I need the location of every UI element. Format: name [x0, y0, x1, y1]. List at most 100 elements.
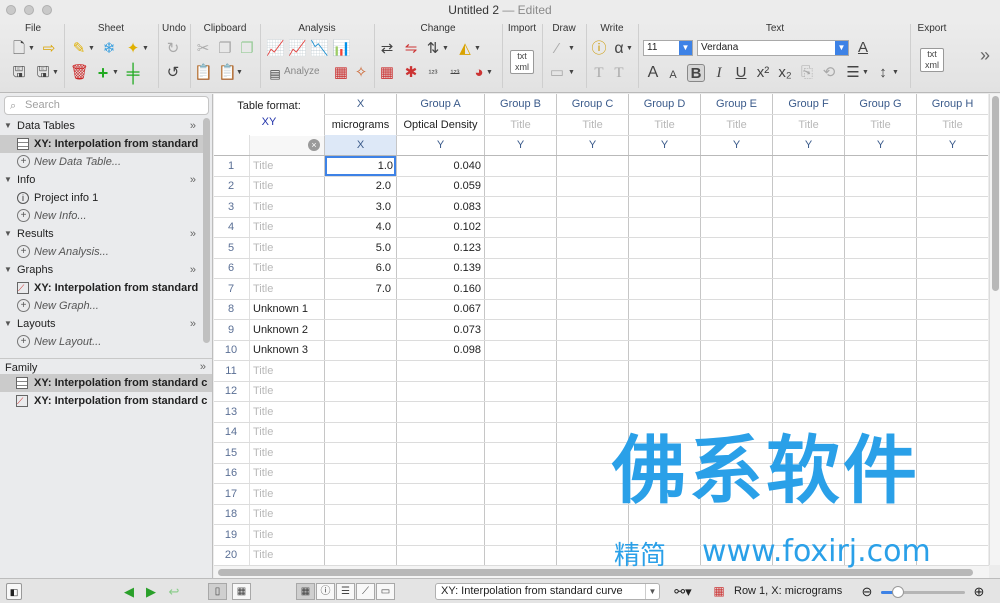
sort-az-icon[interactable]: ⇅: [424, 40, 442, 58]
column-header-group-d[interactable]: Group D: [629, 94, 700, 114]
font-name-select[interactable]: Verdana ▼: [697, 40, 849, 56]
sidebar-new-data-table[interactable]: + New Data Table...: [0, 153, 204, 171]
draw-line-icon[interactable]: ⁄: [548, 40, 566, 58]
chevron-down-icon[interactable]: ▼: [52, 64, 59, 82]
view-gallery-icon[interactable]: ▦: [232, 583, 251, 600]
sheet-select[interactable]: XY: Interpolation from standard curve ▼: [435, 583, 660, 600]
italic-button[interactable]: I: [710, 64, 728, 82]
font-smaller-icon[interactable]: A: [664, 66, 682, 84]
selected-cell[interactable]: 1.0: [325, 156, 396, 176]
vertical-scroll-thumb[interactable]: [992, 96, 999, 291]
column-header-group-g[interactable]: Group G: [845, 94, 916, 114]
copy-icon[interactable]: ❐: [216, 40, 234, 58]
font-size-select[interactable]: 11 ▼: [643, 40, 693, 56]
undo-icon[interactable]: ↺: [164, 64, 182, 82]
go-back-icon[interactable]: ↩: [166, 583, 182, 600]
toggle-navigator-icon[interactable]: ◧: [6, 583, 22, 600]
column-title-group-g[interactable]: Title: [845, 115, 916, 135]
previous-sheet-icon[interactable]: ◀: [122, 583, 136, 600]
disclosure-triangle-icon[interactable]: ▼: [4, 225, 12, 243]
table-icon[interactable]: ▦: [332, 64, 350, 82]
section-data-tables[interactable]: ▼ Data Tables»: [0, 117, 204, 135]
sidebar-new-layout[interactable]: + New Layout...: [0, 333, 204, 351]
draw-shape-icon[interactable]: ▭: [548, 64, 566, 82]
family-item-graph[interactable]: ⟋ XY: Interpolation from standard c: [0, 392, 212, 410]
next-sheet-icon[interactable]: ▶: [144, 583, 158, 600]
disclosure-triangle-icon[interactable]: ▼: [4, 261, 12, 279]
family-results-icon[interactable]: ☰: [336, 583, 355, 600]
column-header-group-a[interactable]: Group A: [397, 94, 484, 114]
underline-button[interactable]: U: [732, 64, 750, 82]
horizontal-scroll-thumb[interactable]: [218, 569, 973, 576]
new-file-icon[interactable]: 🗋: [10, 40, 28, 58]
disclosure-triangle-icon[interactable]: ▼: [4, 171, 12, 189]
section-info[interactable]: ▼ Info»: [0, 171, 204, 189]
regression-icon[interactable]: 📈: [288, 40, 307, 58]
decimal-format-icon[interactable]: ¹²³: [424, 64, 442, 82]
column-stats-icon[interactable]: 📊: [332, 40, 351, 58]
family-graph-icon[interactable]: ⟋: [356, 583, 375, 600]
chevron-down-icon[interactable]: ▼: [474, 40, 481, 58]
data-table-grid[interactable]: Table format: XY × X micrograms X Group …: [214, 94, 988, 565]
magic-icon[interactable]: ✧: [352, 64, 370, 82]
zoom-window-button[interactable]: [42, 5, 52, 15]
font-larger-icon[interactable]: A: [644, 64, 662, 82]
column-title-group-h[interactable]: Title: [917, 115, 988, 135]
close-window-button[interactable]: [6, 5, 16, 15]
fit-curve-icon[interactable]: 📉: [310, 40, 329, 58]
sidebar-new-info[interactable]: + New Info...: [0, 207, 204, 225]
sidebar-scrollbar[interactable]: [203, 118, 210, 343]
import-file-icon[interactable]: txt xml: [510, 50, 534, 74]
clear-icon[interactable]: ×: [308, 139, 320, 151]
family-item-data-table[interactable]: XY: Interpolation from standard c: [0, 374, 212, 392]
table-format-icon[interactable]: ▦: [378, 64, 396, 82]
exclude-icon[interactable]: ✱: [402, 64, 420, 82]
zoom-out-icon[interactable]: ⊖: [860, 583, 874, 600]
column-header-group-b[interactable]: Group B: [485, 94, 556, 114]
column-title-group-a[interactable]: Optical Density: [397, 115, 484, 135]
cut-icon[interactable]: ✂: [194, 40, 212, 58]
chevron-down-icon[interactable]: ▼: [862, 64, 869, 82]
family-table-icon[interactable]: ▦: [296, 583, 315, 600]
open-file-icon[interactable]: ⇨: [40, 40, 58, 58]
bold-button[interactable]: B: [687, 64, 705, 82]
column-title-x[interactable]: micrograms: [325, 115, 396, 135]
paste-special-icon[interactable]: 📋: [218, 64, 237, 82]
section-results[interactable]: ▼ Results»: [0, 225, 204, 243]
chevron-down-icon[interactable]: ▼: [88, 40, 95, 58]
vertical-scrollbar[interactable]: [989, 94, 1000, 565]
column-header-group-c[interactable]: Group C: [557, 94, 628, 114]
family-info-icon[interactable]: ⓘ: [316, 583, 335, 600]
sidebar-new-graph[interactable]: + New Graph...: [0, 297, 204, 315]
highlight-icon[interactable]: ✎: [70, 40, 88, 58]
toolbar-overflow-button[interactable]: »: [976, 46, 994, 64]
chevron-down-icon[interactable]: ▼: [442, 40, 449, 58]
sidebar-item-project-info[interactable]: i Project info 1: [0, 189, 204, 207]
disclosure-triangle-icon[interactable]: ▼: [4, 315, 12, 333]
column-header-group-h[interactable]: Group H: [917, 94, 988, 114]
column-header-group-e[interactable]: Group E: [701, 94, 772, 114]
chevron-down-icon[interactable]: ▼: [28, 40, 35, 58]
copy-embedded-icon[interactable]: ❐: [238, 40, 256, 58]
zoom-in-icon[interactable]: ⊕: [972, 583, 986, 600]
text-tool-icon[interactable]: T: [590, 64, 608, 82]
chevron-down-icon[interactable]: ▼: [568, 64, 575, 82]
paste-icon[interactable]: 📋: [194, 64, 213, 82]
column-sub-x[interactable]: X: [325, 135, 396, 155]
column-title-group-b[interactable]: Title: [485, 115, 556, 135]
text-color-icon[interactable]: A: [854, 39, 872, 57]
section-layouts[interactable]: ▼ Layouts»: [0, 315, 204, 333]
disclosure-triangle-icon[interactable]: ▼: [4, 117, 12, 135]
analyze-icon[interactable]: ▤: [266, 65, 284, 83]
fill-color-icon[interactable]: ◭: [456, 40, 474, 58]
save-as-icon[interactable]: 🖫: [34, 64, 52, 82]
line-spacing-icon[interactable]: ↕: [874, 64, 892, 82]
align-icon[interactable]: ☰: [844, 64, 862, 82]
column-title-group-e[interactable]: Title: [701, 115, 772, 135]
column-title-group-f[interactable]: Title: [773, 115, 844, 135]
column-header-group-f[interactable]: Group F: [773, 94, 844, 114]
format-painter-icon[interactable]: ⎘: [798, 64, 816, 82]
freeze-icon[interactable]: ❄: [100, 40, 118, 58]
search-input[interactable]: ⌕ Search: [4, 96, 209, 115]
wand-icon[interactable]: ✦: [124, 40, 142, 58]
